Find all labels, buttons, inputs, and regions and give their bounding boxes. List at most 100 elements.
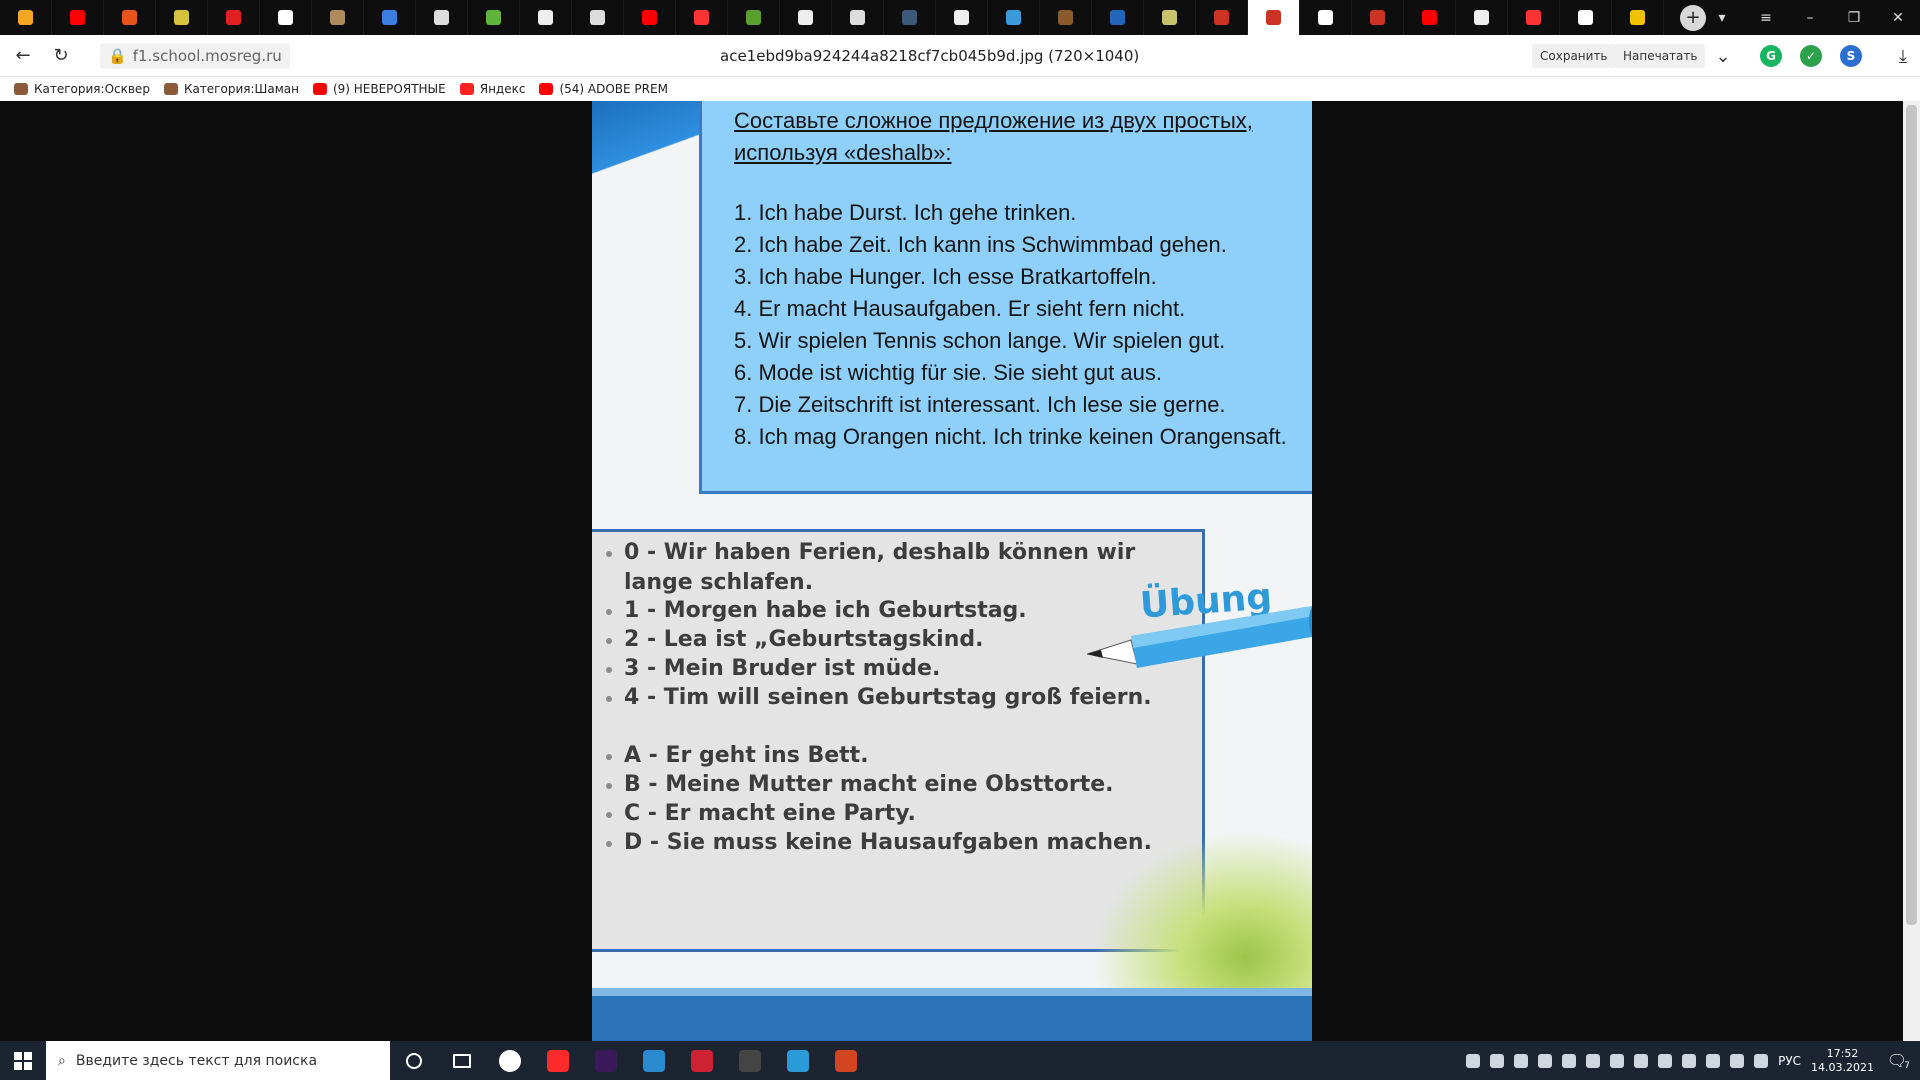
browser-tab[interactable] <box>0 0 52 35</box>
shield-extension-icon[interactable]: ✓ <box>1800 45 1822 67</box>
volume-icon[interactable] <box>1610 1053 1625 1068</box>
address-bar: ← ↻ 🔒 f1.school.mosreg.ru ace1ebd9ba9242… <box>0 35 1920 77</box>
browser-tab[interactable] <box>1508 0 1560 35</box>
tab-favicon-icon <box>798 10 813 25</box>
tab-search-icon[interactable]: ▾ <box>1700 0 1744 35</box>
bookmark-item[interactable]: Яндекс <box>459 82 525 96</box>
tab-favicon-icon <box>1110 10 1125 25</box>
clock[interactable]: 17:52 14.03.2021 <box>1811 1047 1874 1075</box>
item-text: A - Er geht ins Bett. <box>624 743 869 768</box>
minimize-icon[interactable]: – <box>1788 0 1832 35</box>
lock-icon: 🔒 <box>108 46 127 65</box>
browser-tab[interactable] <box>468 0 520 35</box>
browser-tab[interactable] <box>156 0 208 35</box>
network-app-icon[interactable] <box>1514 1053 1529 1068</box>
s-extension-icon[interactable]: S <box>1840 45 1862 67</box>
browser-tab[interactable] <box>1196 0 1248 35</box>
browser-tab[interactable] <box>780 0 832 35</box>
origin-icon[interactable] <box>1490 1053 1505 1068</box>
bookmark-favicon-icon <box>459 83 474 95</box>
shield-tray-icon[interactable] <box>1658 1053 1673 1068</box>
app-icon[interactable] <box>678 1041 726 1080</box>
bookmark-item[interactable]: (54) ADOBE PREM <box>539 82 668 96</box>
browser-tab[interactable] <box>260 0 312 35</box>
tab-favicon-icon <box>590 10 605 25</box>
download-icon[interactable]: ⤓ <box>1888 41 1918 71</box>
folder-tray-icon[interactable] <box>1706 1053 1721 1068</box>
browser-tab[interactable] <box>416 0 468 35</box>
yandex-browser-icon[interactable] <box>486 1041 534 1080</box>
cortana-icon[interactable] <box>390 1041 438 1080</box>
sentence-list: 1. Ich habe Durst. Ich gehe trinken. 2. I… <box>734 197 1287 453</box>
terminal-icon[interactable] <box>726 1041 774 1080</box>
app-3-icon[interactable] <box>822 1041 870 1080</box>
internet-icon[interactable] <box>1634 1053 1649 1068</box>
opera-icon[interactable] <box>534 1041 582 1080</box>
task-panel: Составьте сложное предложение из двух пр… <box>699 101 1312 494</box>
reload-icon[interactable]: ↻ <box>46 41 76 71</box>
tab-favicon-icon <box>694 10 709 25</box>
edge-icon[interactable] <box>630 1041 678 1080</box>
display-icon[interactable] <box>1562 1053 1577 1068</box>
browser-tab[interactable] <box>1404 0 1456 35</box>
browser-tab[interactable] <box>312 0 364 35</box>
lettered-item: A - Er geht ins Bett. <box>606 741 1196 771</box>
tab-favicon-icon <box>1162 10 1177 25</box>
bullet-icon <box>606 783 612 789</box>
browser-tab[interactable] <box>1560 0 1612 35</box>
back-arrow-icon[interactable]: ← <box>8 41 38 71</box>
browser-tab[interactable] <box>520 0 572 35</box>
browser-tab[interactable] <box>832 0 884 35</box>
menu-icon[interactable]: ≡ <box>1744 0 1788 35</box>
tab-favicon-icon <box>18 10 33 25</box>
browser-tab[interactable] <box>1040 0 1092 35</box>
browser-tab[interactable] <box>208 0 260 35</box>
taskbar-search-input[interactable]: ⌕ Введите здесь текст для поиска <box>46 1041 390 1080</box>
browser-tab[interactable] <box>728 0 780 35</box>
browser-tab[interactable] <box>624 0 676 35</box>
browser-tab[interactable] <box>1352 0 1404 35</box>
browser-tab[interactable] <box>1612 0 1664 35</box>
defender-icon[interactable] <box>1538 1053 1553 1068</box>
lettered-item: C - Er macht eine Party. <box>606 799 1196 829</box>
check-tray-icon[interactable] <box>1682 1053 1697 1068</box>
browser-tab[interactable] <box>572 0 624 35</box>
app-2-icon[interactable] <box>774 1041 822 1080</box>
browser-tab[interactable] <box>1248 0 1300 35</box>
browser-tab[interactable] <box>364 0 416 35</box>
grammarly-extension-icon[interactable]: G <box>1760 45 1782 67</box>
print-button[interactable]: Напечатать <box>1615 44 1706 68</box>
restore-icon[interactable]: ❐ <box>1832 0 1876 35</box>
sentence-item: 8. Ich mag Orangen nicht. Ich trinke kei… <box>734 424 1287 449</box>
save-button[interactable]: Сохранить <box>1532 44 1616 68</box>
bookmark-item[interactable]: (9) НЕВЕРОЯТНЫЕ <box>312 82 446 96</box>
close-icon[interactable]: ✕ <box>1876 0 1920 35</box>
browser-tab[interactable] <box>1092 0 1144 35</box>
browser-tab[interactable] <box>104 0 156 35</box>
microphone-icon[interactable] <box>1586 1053 1601 1068</box>
bullet-icon <box>606 551 612 557</box>
windows-start-icon[interactable] <box>0 1041 46 1080</box>
keyboard-icon[interactable] <box>1754 1053 1769 1068</box>
chevron-down-icon[interactable]: ⌄ <box>1708 41 1738 71</box>
language-indicator[interactable]: РУС <box>1778 1054 1801 1068</box>
browser-tab[interactable] <box>988 0 1040 35</box>
browser-tab[interactable] <box>52 0 104 35</box>
steam-icon[interactable] <box>1466 1053 1481 1068</box>
numbered-item: 0 - Wir haben Ferien, deshalb können wir… <box>606 538 1196 598</box>
battery-icon[interactable] <box>1730 1053 1745 1068</box>
task-view-icon[interactable] <box>438 1041 486 1080</box>
bookmark-item[interactable]: Категория:Шаман <box>163 82 299 96</box>
browser-tab[interactable] <box>936 0 988 35</box>
scrollbar-thumb[interactable] <box>1906 105 1917 925</box>
browser-tab[interactable] <box>676 0 728 35</box>
bookmark-item[interactable]: Категория:Осквер <box>14 82 150 96</box>
notifications-icon[interactable]: 🗨 7 <box>1884 1051 1910 1071</box>
browser-tab[interactable] <box>1456 0 1508 35</box>
premiere-icon[interactable] <box>582 1041 630 1080</box>
url-field[interactable]: 🔒 f1.school.mosreg.ru <box>100 42 290 69</box>
browser-tab[interactable] <box>1144 0 1196 35</box>
tab-favicon-icon <box>850 10 865 25</box>
browser-tab[interactable] <box>884 0 936 35</box>
browser-tab[interactable] <box>1300 0 1352 35</box>
